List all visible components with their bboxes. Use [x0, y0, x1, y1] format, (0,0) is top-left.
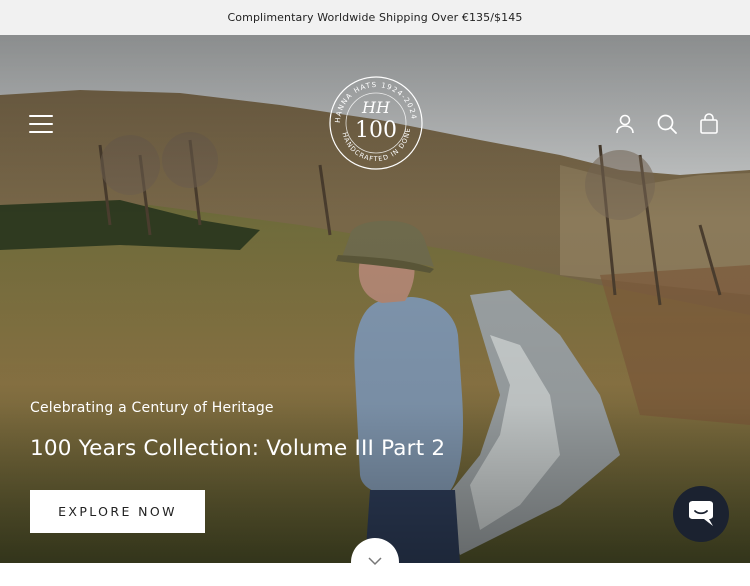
chevron-down-icon	[368, 557, 382, 566]
cart-icon[interactable]	[698, 113, 720, 135]
chat-icon	[689, 501, 713, 526]
hero-subtitle: Celebrating a Century of Heritage	[30, 400, 274, 416]
logo-100-text: 100	[355, 118, 397, 143]
search-icon[interactable]	[656, 113, 678, 135]
scroll-down-button[interactable]	[351, 538, 399, 586]
announcement-text: Complimentary Worldwide Shipping Over €1…	[227, 11, 523, 24]
hero-copy: Celebrating a Century of Heritage 100 Ye…	[30, 400, 445, 461]
hero-title: 100 Years Collection: Volume III Part 2	[30, 436, 446, 461]
menu-icon[interactable]	[29, 115, 53, 133]
account-icon[interactable]	[614, 113, 636, 135]
chat-button[interactable]	[673, 486, 729, 542]
announcement-bar: Complimentary Worldwide Shipping Over €1…	[0, 0, 750, 35]
explore-now-button[interactable]: EXPLORE NOW	[30, 490, 205, 533]
brand-logo[interactable]: HANNA HATS 1924-2024 HANDCRAFTED IN DONE…	[328, 75, 424, 171]
svg-text:HH: HH	[361, 98, 391, 117]
site-header: HANNA HATS 1924-2024 HANDCRAFTED IN DONE…	[0, 35, 750, 215]
